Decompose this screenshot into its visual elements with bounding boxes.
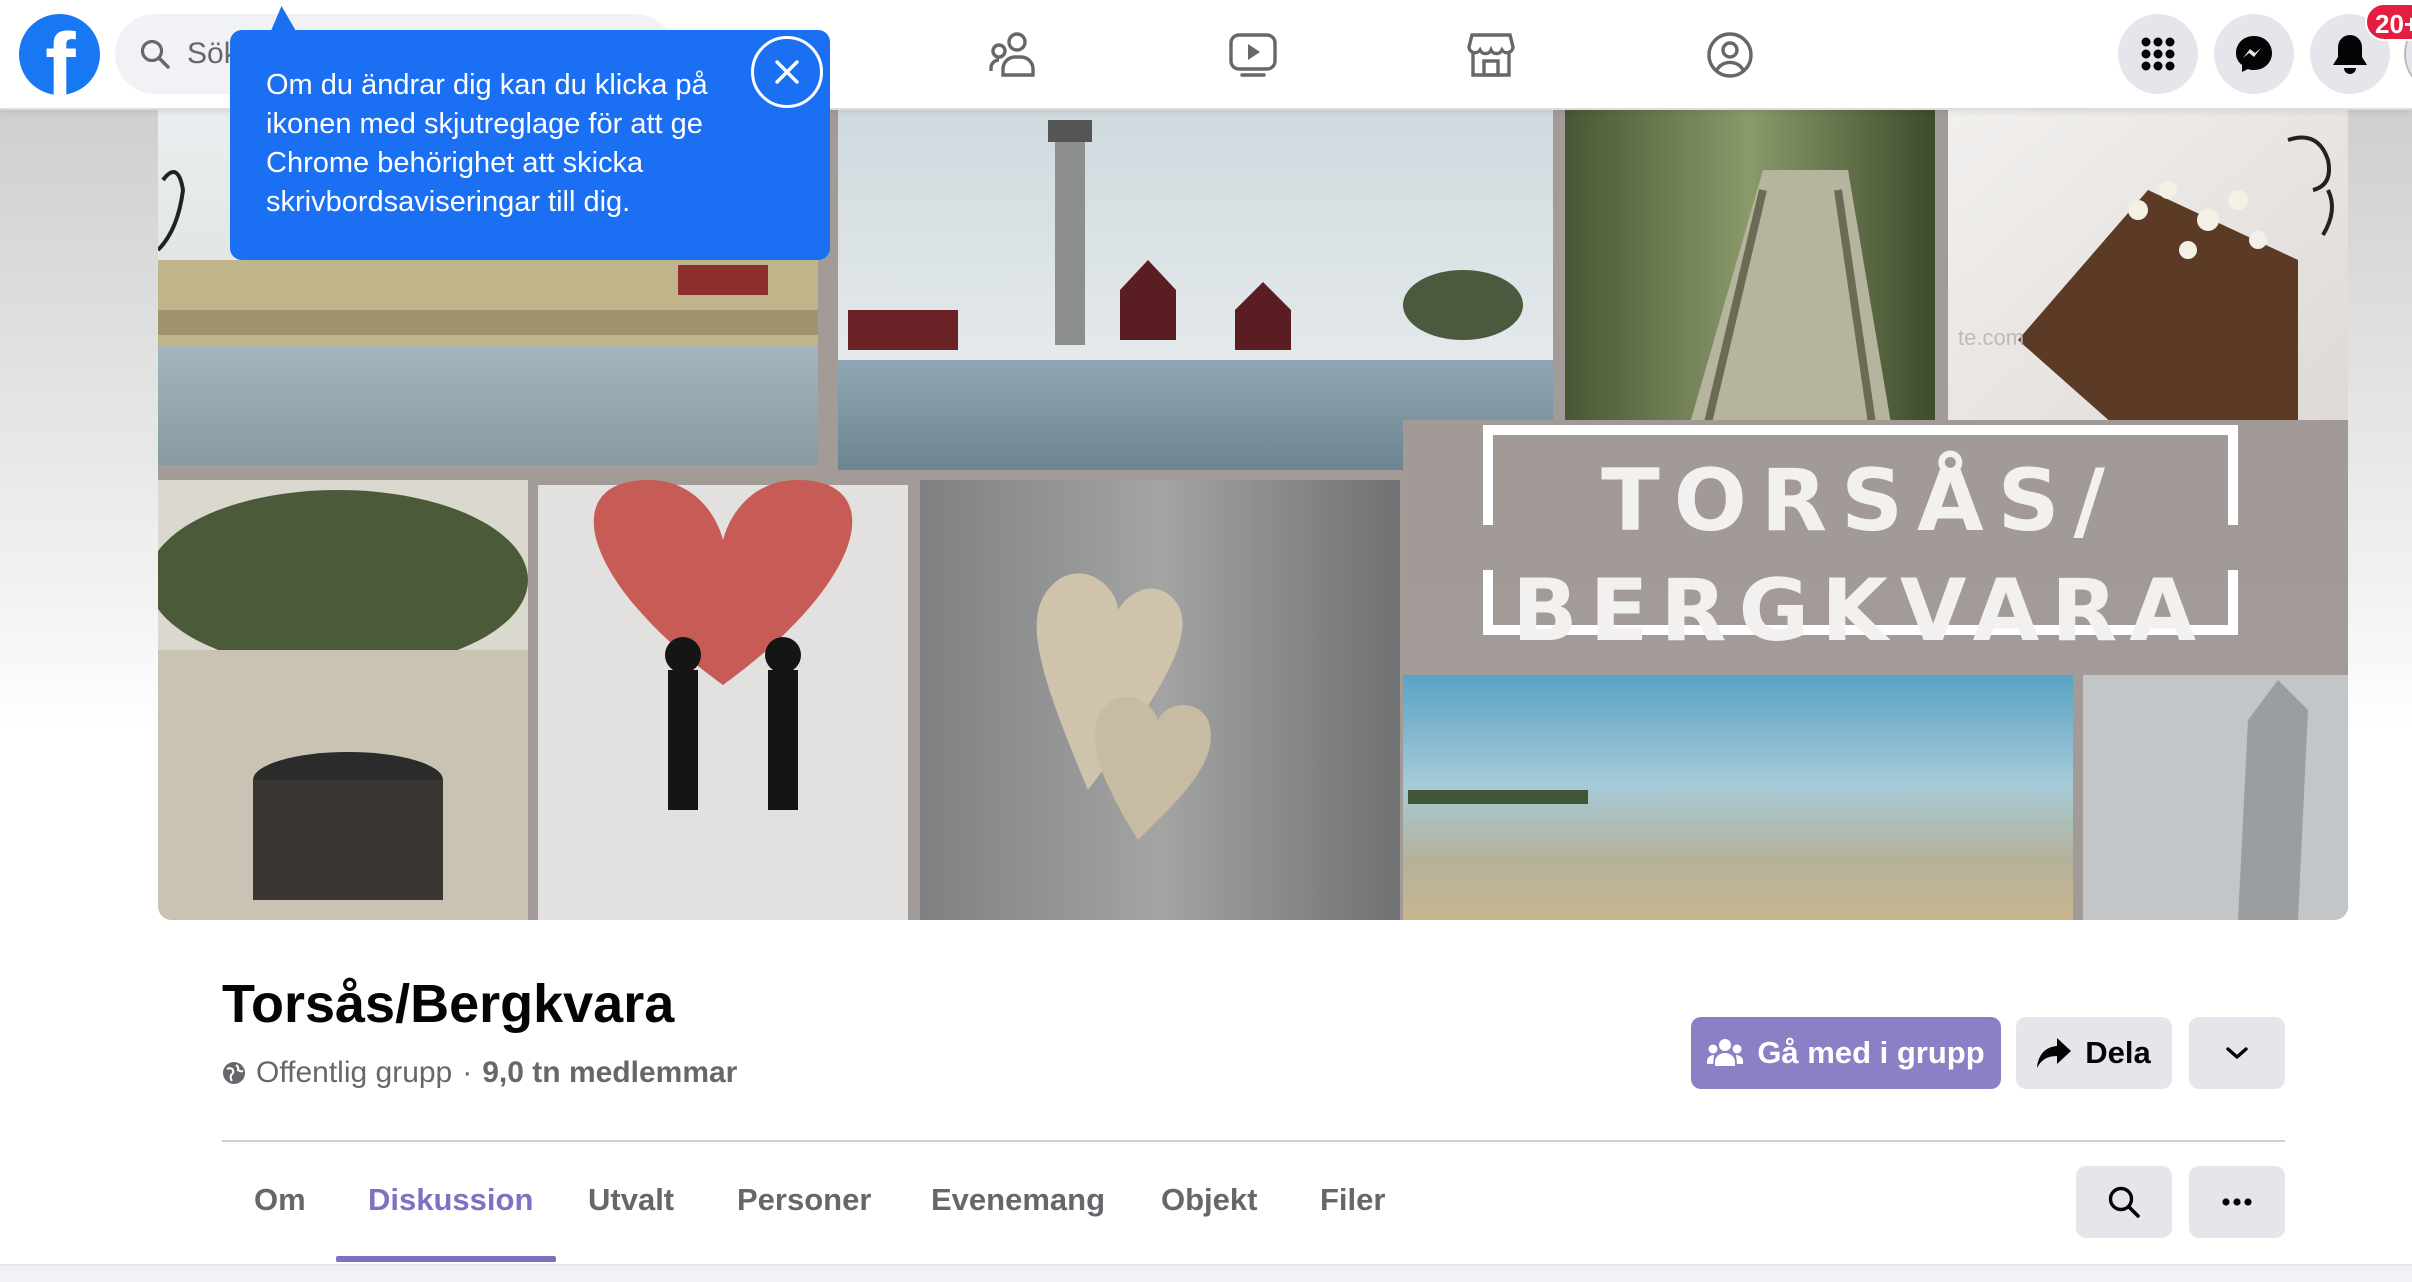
group-privacy: Offentlig grupp — [256, 1056, 453, 1089]
header-divider — [222, 1140, 2285, 1142]
join-group-label: Gå med i grupp — [1757, 1035, 1985, 1070]
group-meta: Offentlig grupp · 9,0 tn medlemmar — [222, 1056, 737, 1090]
active-tab-indicator — [336, 1256, 556, 1262]
watch-icon[interactable] — [1218, 20, 1288, 90]
tab-om[interactable]: Om — [254, 1162, 306, 1238]
facebook-logo-icon[interactable]: f — [19, 14, 100, 95]
more-dots-icon — [2222, 1198, 2252, 1206]
tab-diskussion[interactable]: Diskussion — [368, 1162, 533, 1238]
notification-badge: 20+ — [2365, 3, 2412, 41]
notification-permission-tooltip: Om du ändrar dig kan du klicka på ikonen… — [230, 30, 830, 260]
tab-objekt[interactable]: Objekt — [1161, 1162, 1257, 1238]
group-title: Torsås/Bergkvara — [222, 974, 675, 1034]
menu-grid-icon[interactable] — [2118, 14, 2198, 94]
tab-more-button[interactable] — [2189, 1166, 2285, 1238]
more-options-button[interactable] — [2189, 1017, 2285, 1089]
share-arrow-icon — [2037, 1038, 2072, 1068]
close-icon[interactable] — [751, 36, 823, 108]
meta-separator: · — [462, 1056, 473, 1089]
group-search-button[interactable] — [2076, 1166, 2172, 1238]
tab-utvalt[interactable]: Utvalt — [588, 1162, 674, 1238]
content-area-edge — [0, 1264, 2412, 1282]
messenger-icon[interactable] — [2214, 14, 2294, 94]
groups-icon[interactable] — [978, 20, 1048, 90]
join-group-icon — [1707, 1039, 1744, 1066]
chevron-down-icon — [2226, 1047, 2248, 1059]
tab-evenemang[interactable]: Evenemang — [931, 1162, 1105, 1238]
cover-title-line2: BERGKVARA — [1512, 561, 2208, 661]
tab-personer[interactable]: Personer — [737, 1162, 871, 1238]
tooltip-text: Om du ändrar dig kan du klicka på ikonen… — [266, 69, 708, 218]
search-icon — [2108, 1186, 2140, 1218]
search-icon — [140, 39, 170, 69]
join-group-button[interactable]: Gå med i grupp — [1691, 1017, 2001, 1089]
share-label: Dela — [2085, 1035, 2151, 1070]
cover-watermark: te.com — [1958, 325, 2024, 350]
gaming-icon[interactable] — [1695, 20, 1765, 90]
share-button[interactable]: Dela — [2016, 1017, 2172, 1089]
cover-title-line1: TORSÅS/ — [1601, 451, 2119, 551]
globe-icon — [223, 1062, 245, 1084]
group-member-count[interactable]: 9,0 tn medlemmar — [482, 1056, 737, 1090]
marketplace-icon[interactable] — [1456, 20, 1526, 90]
tab-filer[interactable]: Filer — [1320, 1162, 1385, 1238]
